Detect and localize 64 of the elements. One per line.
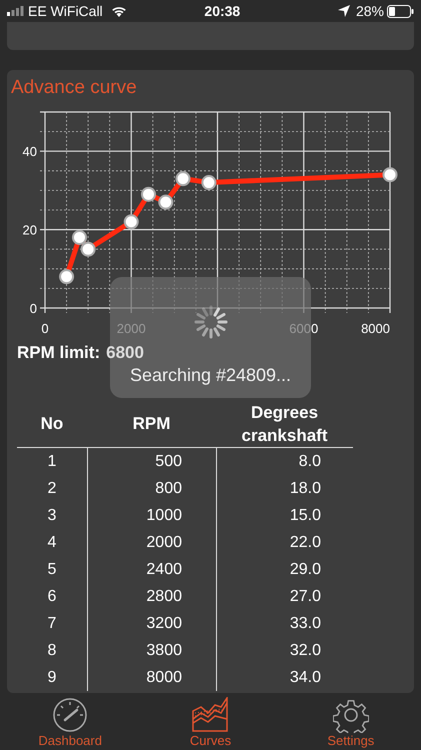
table-cell: 22.0 [216, 529, 353, 556]
data-point[interactable] [80, 242, 96, 257]
x-tick-label: 8000 [361, 321, 390, 336]
battery-icon [387, 4, 414, 18]
gauge-icon [52, 697, 88, 733]
battery-percent: 28% [356, 2, 384, 20]
rpm-limit-value: 6800 [106, 342, 144, 364]
settings-icon [332, 697, 369, 733]
table-cell: 2800 [87, 583, 216, 610]
table-cell: 32.0 [216, 637, 353, 664]
data-point[interactable] [72, 230, 87, 245]
data-point[interactable] [141, 186, 156, 202]
table-cell: 800 [87, 475, 216, 502]
table-cell: 1000 [87, 502, 216, 529]
y-tick-label: 40 [22, 144, 37, 160]
data-point[interactable] [201, 175, 216, 190]
table-cell-text: 8 [46, 640, 58, 660]
column-header: RPM [132, 413, 172, 435]
location-arrow-icon [338, 5, 350, 17]
area-chart-icon [191, 697, 230, 733]
carrier-name: EE WiFiCall [28, 2, 103, 20]
signal-icon [7, 6, 24, 16]
table-cell-text: 2 [46, 478, 58, 498]
tab-button[interactable]: Settings [280, 695, 421, 750]
table-cell: 2000 [87, 529, 216, 556]
tab-button[interactable]: Curves [140, 695, 281, 750]
table-cell-text: 9 [46, 668, 58, 688]
table-cell: 33.0 [216, 610, 353, 637]
table-cell: 15.0 [216, 502, 353, 529]
table-cell-text: 6 [46, 586, 58, 606]
table-cell: 29.0 [216, 556, 353, 583]
column-header: Degrees crankshaft [240, 402, 328, 446]
data-point[interactable] [124, 214, 139, 230]
card-title: Advance curve [10, 76, 138, 100]
spinner-icon [192, 304, 228, 340]
table-cell: 3200 [87, 610, 216, 637]
column-header: No [40, 413, 64, 435]
table-cell: 500 [87, 448, 216, 475]
wifi-icon [110, 5, 127, 17]
table-cell: 18.0 [216, 475, 353, 502]
data-point[interactable] [59, 269, 74, 284]
data-point[interactable] [176, 171, 190, 186]
rpm-limit-label: RPM limit: [17, 342, 100, 364]
x-tick-label: 6000 [289, 321, 318, 336]
table-cell: 34.0 [216, 664, 353, 691]
table-cell: 8.0 [216, 448, 353, 475]
x-tick-label: 0 [41, 321, 49, 336]
data-point[interactable] [382, 167, 398, 182]
table-cell: 2400 [87, 556, 216, 583]
loading-message: Searching #24809... [130, 364, 292, 387]
y-tick-label: 20 [22, 222, 37, 238]
table-cell: 27.0 [216, 583, 353, 610]
table-cell-text: 5 [46, 560, 58, 580]
table-cell: 3800 [87, 637, 216, 664]
data-point[interactable] [158, 194, 174, 210]
table-cell-text: 3 [46, 506, 58, 526]
table-cell-text: 1 [46, 452, 58, 472]
status-time: 20:38 [204, 2, 240, 20]
table-cell-text: 7 [46, 614, 58, 634]
table-cell-text: 4 [46, 532, 58, 552]
tab-button[interactable]: Dashboard [0, 695, 140, 750]
x-tick-label: 2000 [116, 321, 146, 336]
y-tick-label: 0 [30, 301, 37, 316]
table-cell: 8000 [87, 664, 216, 691]
